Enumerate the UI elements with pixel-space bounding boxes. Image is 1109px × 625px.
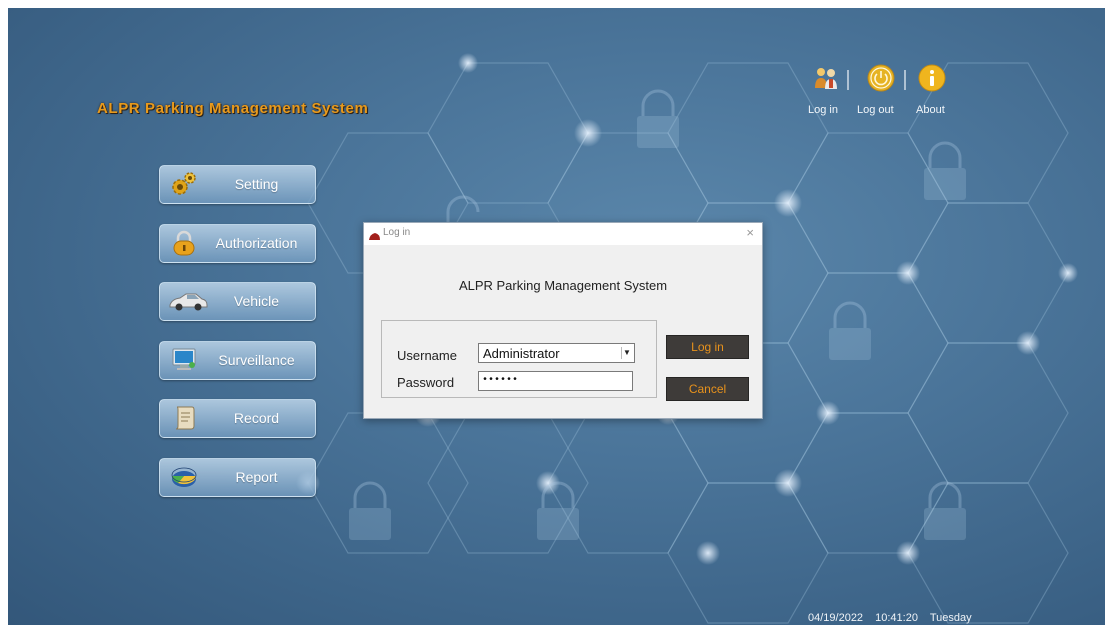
menu-record-button[interactable]: Record bbox=[159, 399, 316, 438]
username-select[interactable]: Administrator ▼ bbox=[478, 343, 635, 363]
status-bar: 04/19/2022 10:41:20 Tuesday bbox=[808, 612, 981, 624]
separator bbox=[847, 70, 849, 90]
dialog-titlebar: Log in × bbox=[364, 223, 762, 245]
login-dialog: Log in × ALPR Parking Management System … bbox=[363, 222, 763, 419]
chevron-down-icon[interactable]: ▼ bbox=[621, 347, 632, 359]
menu-surveillance-label: Surveillance bbox=[218, 352, 295, 368]
monitor-icon bbox=[170, 347, 198, 373]
gear-icon bbox=[170, 171, 198, 197]
menu-vehicle-button[interactable]: Vehicle bbox=[159, 282, 316, 321]
separator bbox=[904, 70, 906, 90]
login-link[interactable]: Log in bbox=[808, 104, 838, 116]
username-label: Username bbox=[397, 348, 457, 363]
menu-record-label: Record bbox=[233, 410, 280, 426]
status-time: 10:41:20 bbox=[875, 612, 918, 624]
power-icon[interactable] bbox=[867, 64, 895, 92]
about-link[interactable]: About bbox=[916, 104, 945, 116]
close-icon[interactable]: × bbox=[746, 225, 754, 240]
menu-vehicle-label: Vehicle bbox=[233, 293, 280, 309]
padlock-icon bbox=[170, 230, 198, 256]
main-window: ALPR Parking Management System Log in Lo… bbox=[8, 8, 1105, 625]
menu-setting-button[interactable]: Setting bbox=[159, 165, 316, 204]
menu-surveillance-button[interactable]: Surveillance bbox=[159, 341, 316, 380]
password-label: Password bbox=[397, 375, 455, 390]
pie-chart-icon bbox=[170, 464, 198, 490]
cancel-button[interactable]: Cancel bbox=[666, 377, 749, 401]
info-icon[interactable] bbox=[918, 64, 946, 92]
username-value: Administrator bbox=[483, 346, 560, 361]
scroll-icon bbox=[170, 405, 198, 431]
menu-setting-label: Setting bbox=[234, 176, 279, 192]
car-icon bbox=[368, 229, 381, 247]
menu-report-label: Report bbox=[235, 469, 278, 485]
users-icon[interactable] bbox=[812, 64, 840, 92]
dialog-title: Log in bbox=[383, 227, 411, 238]
menu-authorization-label: Authorization bbox=[215, 235, 298, 251]
menu-report-button[interactable]: Report bbox=[159, 458, 316, 497]
password-field[interactable]: •••••• bbox=[478, 371, 633, 391]
top-action-bar: Log in Log out About bbox=[805, 64, 953, 120]
logout-link[interactable]: Log out bbox=[857, 104, 894, 116]
dialog-heading: ALPR Parking Management System bbox=[458, 278, 668, 293]
status-weekday: Tuesday bbox=[929, 612, 972, 624]
menu-authorization-button[interactable]: Authorization bbox=[159, 224, 316, 263]
app-title: ALPR Parking Management System bbox=[97, 100, 369, 117]
login-button[interactable]: Log in bbox=[666, 335, 749, 359]
status-date: 04/19/2022 bbox=[808, 612, 864, 624]
